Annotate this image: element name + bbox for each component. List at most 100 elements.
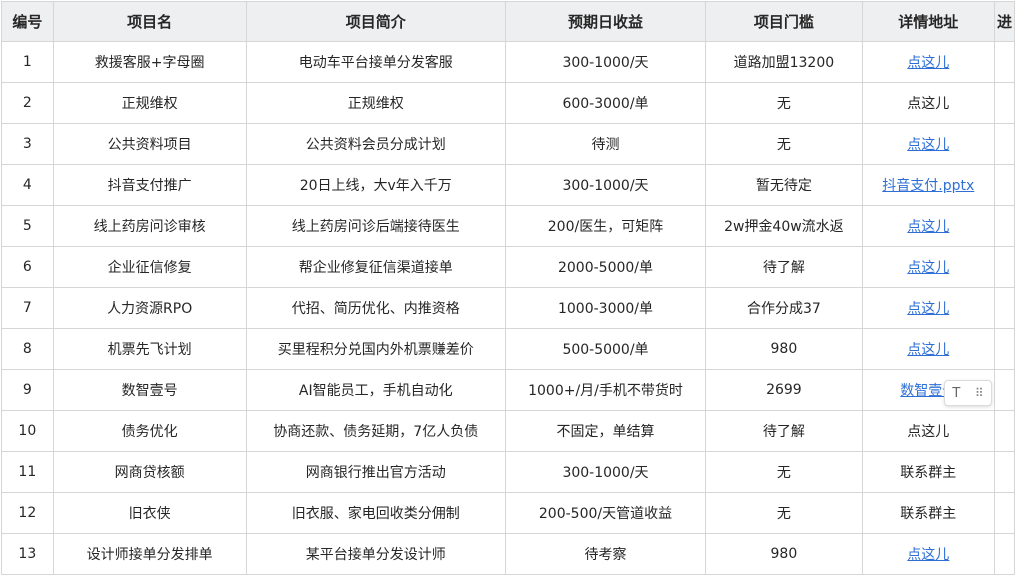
cell-intro[interactable]: 公共资料会员分成计划 [245,123,506,165]
table-row[interactable]: 12 旧衣侠 旧衣服、家电回收类分佣制 200-500/天管道收益无 联系群主 [1,492,1015,534]
cell-link[interactable]: 点这儿 [861,82,996,124]
cell-threshold[interactable]: 无 [705,123,863,165]
cell-progress[interactable] [994,410,1015,452]
cell-progress[interactable] [994,123,1015,165]
cell-link[interactable]: 点这儿 [861,410,996,452]
cell-link[interactable]: 点这儿 [861,123,996,165]
table-row[interactable]: 2 正规维权 正规维权 600-3000/单无点这儿 [1,82,1015,124]
cell-link[interactable]: 抖音支付.pptx [861,164,996,206]
cell-name[interactable]: 债务优化 [52,410,247,452]
cell-link[interactable]: 点这儿 [861,328,996,370]
header-name[interactable]: 项目名 [52,1,247,42]
cell-name[interactable]: 线上药房问诊审核 [52,205,247,247]
table-row[interactable]: 10 债务优化 协商还款、债务延期，7亿人负债 不固定，单结算 待了解 点这儿 [1,410,1015,452]
cell-progress[interactable] [994,205,1015,247]
cell-income[interactable]: 待测 [504,123,707,165]
cell-name[interactable]: 设计师接单分发排单 [52,533,247,575]
cell-id[interactable]: 11 [1,451,54,493]
cell-intro[interactable]: 正规维权 [245,82,506,124]
cell-threshold[interactable]: 合作分成37 [705,287,863,329]
cell-income[interactable]: 待考察 [504,533,707,575]
cell-progress[interactable] [994,328,1015,370]
cell-link[interactable]: 点这儿 [861,205,996,247]
cell-name[interactable]: 网商贷核额 [52,451,247,493]
cell-intro[interactable]: 买里程积分兑国内外机票赚差价 [245,328,506,370]
header-income[interactable]: 预期日收益 [504,1,707,42]
header-id[interactable]: 编号 [1,1,54,42]
cell-income[interactable]: 1000-3000/单 [504,287,707,329]
cell-progress[interactable] [994,369,1015,411]
cell-threshold[interactable]: 980 [705,328,863,370]
cell-intro[interactable]: 网商银行推出官方活动 [245,451,506,493]
detail-link[interactable]: 点这儿 [907,219,949,235]
cell-threshold[interactable]: 2w押金40w流水返 [705,205,863,247]
cell-id[interactable]: 13 [1,533,54,575]
cell-intro[interactable]: 协商还款、债务延期，7亿人负债 [245,410,506,452]
cell-progress[interactable] [994,287,1015,329]
cell-threshold[interactable]: 2699 [705,369,863,411]
cell-name[interactable]: 企业征信修复 [52,246,247,288]
cell-progress[interactable] [994,164,1015,206]
cell-progress[interactable] [994,41,1015,83]
detail-link[interactable]: 点这儿 [907,301,949,317]
cell-id[interactable]: 9 [1,369,54,411]
cell-intro[interactable]: 代招、简历优化、内推资格 [245,287,506,329]
cell-threshold[interactable]: 暂无待定 [705,164,863,206]
cell-id[interactable]: 5 [1,205,54,247]
cell-income[interactable]: 200-500/天管道收益 [504,492,707,534]
text-format-icon[interactable]: T [952,386,960,401]
cell-link[interactable]: 点这儿 [861,246,996,288]
cell-id[interactable]: 2 [1,82,54,124]
cell-threshold[interactable]: 道路加盟13200 [705,41,863,83]
cell-progress[interactable] [994,82,1015,124]
detail-link[interactable]: 点这儿 [907,260,949,276]
table-row[interactable]: 8 机票先飞计划 买里程积分兑国内外机票赚差价 500-5000/单 980 点这儿 [1,328,1015,370]
cell-income[interactable]: 不固定，单结算 [504,410,707,452]
table-row[interactable]: 5 线上药房问诊审核 线上药房问诊后端接待医生 200/医生，可矩阵 2w押金40w流水… [1,205,1015,247]
cell-name[interactable]: 人力资源RPO [52,287,247,329]
cell-income[interactable]: 1000+/月/手机不带货时 [504,369,707,411]
cell-threshold[interactable]: 980 [705,533,863,575]
detail-link[interactable]: 点这儿 [907,55,949,71]
detail-link[interactable]: 点这儿 [907,342,949,358]
table-row[interactable]: 13 设计师接单分发排单 某平台接单分发设计师 待考察 980 点这儿 [1,533,1015,575]
cell-progress[interactable] [994,451,1015,493]
cell-id[interactable]: 1 [1,41,54,83]
table-row[interactable]: 7 人力资源RPO 代招、简历优化、内推资格 1000-3000/单 合作分成37 点这儿 [1,287,1015,329]
cell-id[interactable]: 10 [1,410,54,452]
cell-link[interactable]: 点这儿 [861,287,996,329]
detail-link[interactable]: 抖音支付.pptx [882,178,974,194]
cell-income[interactable]: 300-1000/天 [504,41,707,83]
header-progress[interactable]: 进 [994,1,1015,42]
drag-handle-icon[interactable]: ⠿ [975,386,984,400]
cell-income[interactable]: 300-1000/天 [504,451,707,493]
detail-link[interactable]: 点这儿 [907,137,949,153]
cell-intro[interactable]: 电动车平台接单分发客服 [245,41,506,83]
cell-id[interactable]: 6 [1,246,54,288]
header-threshold[interactable]: 项目门槛 [705,1,863,42]
cell-id[interactable]: 7 [1,287,54,329]
cell-name[interactable]: 救援客服+字母圈 [52,41,247,83]
cell-income[interactable]: 500-5000/单 [504,328,707,370]
cell-threshold[interactable]: 待了解 [705,410,863,452]
cell-intro[interactable]: 某平台接单分发设计师 [245,533,506,575]
cell-intro[interactable]: 旧衣服、家电回收类分佣制 [245,492,506,534]
cell-name[interactable]: 抖音支付推广 [52,164,247,206]
cell-threshold[interactable]: 无 [705,492,863,534]
cell-link[interactable]: 点这儿 [861,41,996,83]
header-intro[interactable]: 项目简介 [245,1,506,42]
table-row[interactable]: 3 公共资料项目 公共资料会员分成计划 待测无 点这儿 [1,123,1015,165]
cell-id[interactable]: 3 [1,123,54,165]
table-row[interactable]: 9 数智壹号 AI智能员工，手机自动化 1000+/月/手机不带货时 2699 数智壹号 [1,369,1015,411]
cell-name[interactable]: 机票先飞计划 [52,328,247,370]
cell-name[interactable]: 旧衣侠 [52,492,247,534]
cell-progress[interactable] [994,246,1015,288]
table-row[interactable]: 6 企业征信修复 帮企业修复征信渠道接单 2000-5000/单 待了解 点这儿 [1,246,1015,288]
cell-intro[interactable]: 线上药房问诊后端接待医生 [245,205,506,247]
table-row[interactable]: 4 抖音支付推广 20日上线，大v年入千万 300-1000/天 暂无待定 抖音支付.pp… [1,164,1015,206]
cell-threshold[interactable]: 无 [705,82,863,124]
cell-intro[interactable]: AI智能员工，手机自动化 [245,369,506,411]
cell-id[interactable]: 8 [1,328,54,370]
cell-income[interactable]: 200/医生，可矩阵 [504,205,707,247]
cell-intro[interactable]: 20日上线，大v年入千万 [245,164,506,206]
